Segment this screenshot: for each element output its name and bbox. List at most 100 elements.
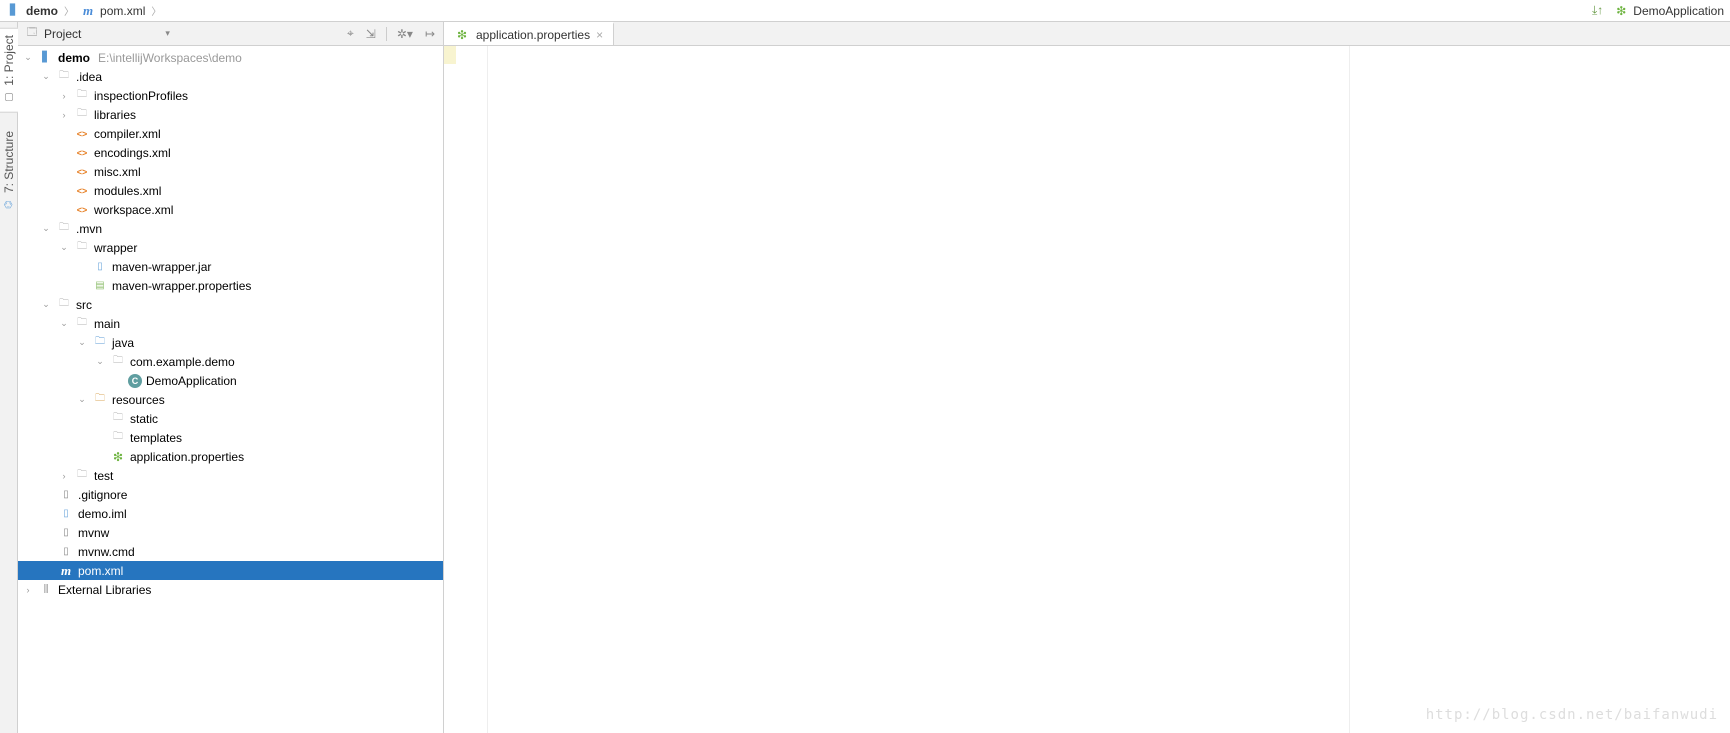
tree-item-label: maven-wrapper.properties: [112, 279, 251, 293]
tree-folder-templates[interactable]: 🗀 templates: [18, 428, 443, 447]
breadcrumb-file[interactable]: m pom.xml: [80, 3, 145, 19]
tree-item-label: templates: [130, 431, 182, 445]
file-icon: ▯: [58, 525, 74, 541]
tree-item-label: com.example.demo: [130, 355, 235, 369]
separator: [386, 27, 387, 41]
tree-file-mvnw[interactable]: ▯ mvnw: [18, 523, 443, 542]
tree-external-libraries[interactable]: › ⫼ External Libraries: [18, 580, 443, 599]
spring-icon: ❇: [110, 449, 126, 465]
expand-arrow-icon[interactable]: ⌄: [94, 356, 106, 367]
tree-file-workspace[interactable]: workspace.xml: [18, 200, 443, 219]
tree-root[interactable]: ⌄ ▋ demo E:\intellijWorkspaces\demo: [18, 48, 443, 67]
main-area: ▢ 1: Project ⌬ 7: Structure 🗔 Project ▾ …: [0, 22, 1730, 733]
editor-content[interactable]: [488, 46, 1730, 733]
tree-item-label: workspace.xml: [94, 203, 173, 217]
spring-icon: ❇: [1613, 3, 1629, 19]
tree-file-pom[interactable]: m pom.xml: [18, 561, 443, 580]
file-icon: ▯: [58, 506, 74, 522]
expand-arrow-icon[interactable]: ⌄: [58, 242, 70, 253]
breadcrumb: ▋ demo 〉 m pom.xml 〉: [6, 3, 163, 19]
project-view-icon: 🗔: [24, 26, 40, 42]
breadcrumb-root[interactable]: ▋ demo: [6, 3, 58, 19]
gutter-highlight: [444, 46, 456, 64]
tree-file-appprops[interactable]: ❇ application.properties: [18, 447, 443, 466]
run-config-selector[interactable]: ❇ DemoApplication: [1613, 3, 1724, 19]
project-tool-window: 🗔 Project ▾ ⌖ ⇲ ✲▾ ↦ ⌄ ▋ demo E:\intelli…: [18, 22, 444, 733]
module-icon: ▋: [38, 50, 54, 66]
xml-file-icon: [74, 183, 90, 199]
tree-file-compiler[interactable]: compiler.xml: [18, 124, 443, 143]
tree-file-mvnjar[interactable]: ▯ maven-wrapper.jar: [18, 257, 443, 276]
expand-arrow-icon[interactable]: ⌄: [58, 318, 70, 329]
project-tree[interactable]: ⌄ ▋ demo E:\intellijWorkspaces\demo ⌄ 🗀 …: [18, 46, 443, 733]
tree-file-mvnwcmd[interactable]: ▯ mvnw.cmd: [18, 542, 443, 561]
expand-arrow-icon[interactable]: ⌄: [76, 337, 88, 348]
tree-item-label: static: [130, 412, 158, 426]
editor-body[interactable]: [444, 46, 1730, 733]
editor-tab-application-properties[interactable]: ❇ application.properties ×: [444, 22, 614, 45]
locate-icon[interactable]: ⌖: [345, 26, 356, 41]
tree-item-label: pom.xml: [78, 564, 123, 578]
file-icon: ▯: [58, 544, 74, 560]
folder-icon: 🗀: [74, 468, 90, 484]
tree-file-encodings[interactable]: encodings.xml: [18, 143, 443, 162]
xml-file-icon: [74, 202, 90, 218]
right-margin-line: [1349, 46, 1350, 733]
spring-icon: ❇: [454, 27, 470, 43]
tree-item-label: External Libraries: [58, 583, 151, 597]
tree-folder-static[interactable]: 🗀 static: [18, 409, 443, 428]
close-tab-icon[interactable]: ×: [596, 28, 603, 42]
hide-icon[interactable]: ↦: [423, 27, 437, 41]
expand-arrow-icon[interactable]: ⌄: [22, 52, 34, 63]
tree-folder-wrapper[interactable]: ⌄ 🗀 wrapper: [18, 238, 443, 257]
xml-file-icon: [74, 126, 90, 142]
folder-icon: 🗀: [110, 430, 126, 446]
tree-file-gitignore[interactable]: ▯ .gitignore: [18, 485, 443, 504]
tree-class-demoapp[interactable]: C DemoApplication: [18, 371, 443, 390]
jar-file-icon: ▯: [92, 259, 108, 275]
expand-arrow-icon[interactable]: ›: [58, 110, 70, 120]
tree-folder-src[interactable]: ⌄ 🗀 src: [18, 295, 443, 314]
run-config-label: DemoApplication: [1633, 4, 1724, 18]
collapse-all-icon[interactable]: ⇲: [364, 27, 378, 41]
expand-arrow-icon[interactable]: ›: [22, 585, 34, 595]
tree-item-label: .mvn: [76, 222, 102, 236]
tree-folder-libraries[interactable]: › 🗀 libraries: [18, 105, 443, 124]
tree-file-misc[interactable]: misc.xml: [18, 162, 443, 181]
tree-package[interactable]: ⌄ 🗀 com.example.demo: [18, 352, 443, 371]
xml-file-icon: [74, 145, 90, 161]
left-tool-stripe: ▢ 1: Project ⌬ 7: Structure: [0, 22, 18, 733]
tree-folder-mvn[interactable]: ⌄ 🗀 .mvn: [18, 219, 443, 238]
folder-icon: 🗀: [56, 297, 72, 313]
build-icon[interactable]: ⤓↑: [1590, 3, 1605, 18]
folder-icon: 🗀: [56, 69, 72, 85]
tree-item-label: java: [112, 336, 134, 350]
expand-arrow-icon[interactable]: ⌄: [40, 299, 52, 310]
tree-file-modules[interactable]: modules.xml: [18, 181, 443, 200]
expand-arrow-icon[interactable]: ›: [58, 91, 70, 101]
project-tool-tab[interactable]: ▢ 1: Project: [0, 28, 18, 113]
expand-arrow-icon[interactable]: ⌄: [76, 394, 88, 405]
project-tool-tab-label: 1: Project: [2, 35, 16, 86]
editor-tab-label: application.properties: [476, 28, 590, 42]
tree-item-label: modules.xml: [94, 184, 161, 198]
expand-arrow-icon[interactable]: ⌄: [40, 223, 52, 234]
project-tool-header: 🗔 Project ▾ ⌖ ⇲ ✲▾ ↦: [18, 22, 443, 46]
expand-arrow-icon[interactable]: ›: [58, 471, 70, 481]
tree-file-mvnprops[interactable]: ▤ maven-wrapper.properties: [18, 276, 443, 295]
tree-item-label: test: [94, 469, 113, 483]
tree-item-label: mvnw.cmd: [78, 545, 135, 559]
structure-tool-tab[interactable]: ⌬ 7: Structure: [0, 125, 18, 219]
settings-gear-icon[interactable]: ✲▾: [395, 27, 415, 41]
breadcrumb-separator-icon: 〉: [64, 3, 74, 18]
tree-folder-test[interactable]: › 🗀 test: [18, 466, 443, 485]
tree-file-iml[interactable]: ▯ demo.iml: [18, 504, 443, 523]
tree-item-label: .idea: [76, 70, 102, 84]
expand-arrow-icon[interactable]: ⌄: [40, 71, 52, 82]
tree-folder-inspection[interactable]: › 🗀 inspectionProfiles: [18, 86, 443, 105]
tree-folder-resources[interactable]: ⌄ 🗀 resources: [18, 390, 443, 409]
tree-folder-java[interactable]: ⌄ 🗀 java: [18, 333, 443, 352]
tree-folder-idea[interactable]: ⌄ 🗀 .idea: [18, 67, 443, 86]
tree-folder-main[interactable]: ⌄ 🗀 main: [18, 314, 443, 333]
chevron-down-icon[interactable]: ▾: [165, 28, 170, 39]
